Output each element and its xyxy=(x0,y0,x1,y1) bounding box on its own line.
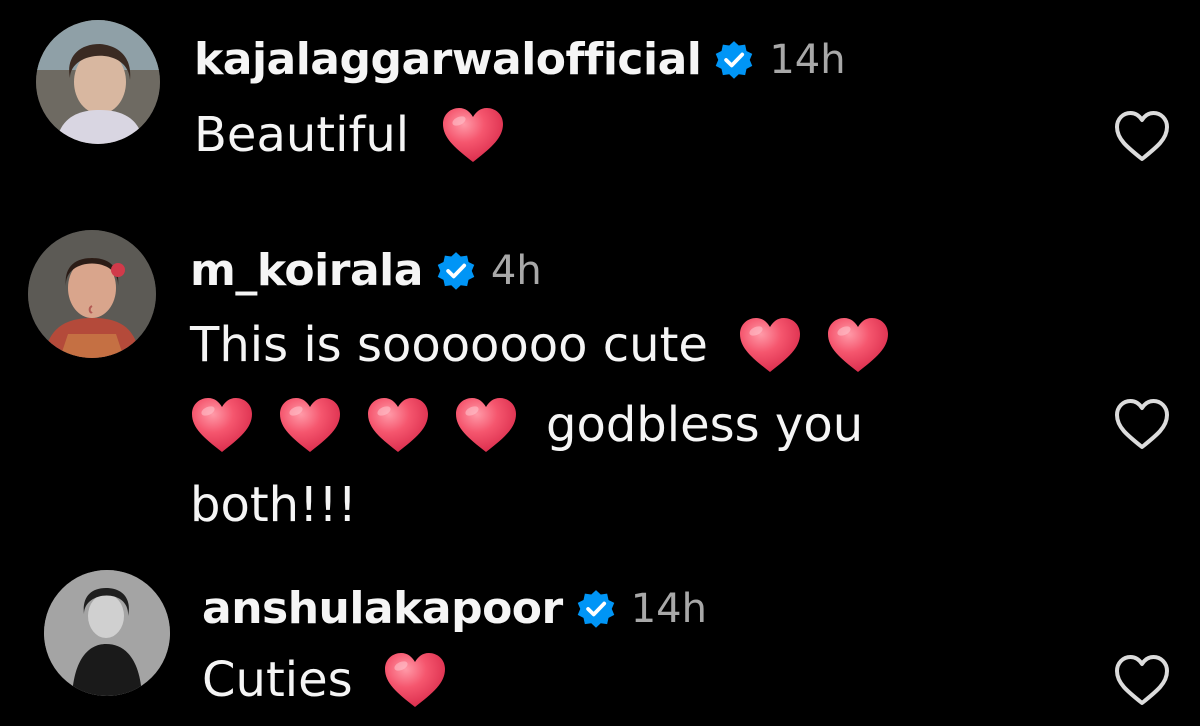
avatar[interactable] xyxy=(28,230,156,358)
timestamp[interactable]: 14h xyxy=(769,37,845,83)
timestamp[interactable]: 14h xyxy=(631,586,707,632)
username[interactable]: m_koirala xyxy=(190,245,423,296)
avatar-image xyxy=(36,20,160,144)
comment-text: This is sooooooo cute godbless you both!… xyxy=(190,305,890,545)
comment-text: Cuties xyxy=(202,640,447,720)
red-heart-emoji xyxy=(738,316,802,374)
avatar[interactable] xyxy=(44,570,170,696)
verified-badge-icon xyxy=(713,39,755,81)
red-heart-emoji xyxy=(826,316,890,374)
username[interactable]: kajalaggarwalofficial xyxy=(194,34,702,85)
username[interactable]: anshulakapoor xyxy=(202,583,563,634)
like-heart-icon[interactable] xyxy=(1112,652,1172,708)
red-heart-emoji xyxy=(366,396,430,454)
avatar-image xyxy=(28,230,156,358)
comment-text-line: Beautiful xyxy=(194,107,410,163)
red-heart-emoji xyxy=(383,651,447,709)
avatar[interactable] xyxy=(36,20,160,144)
avatar-image xyxy=(44,570,170,696)
verified-badge-icon xyxy=(435,250,477,292)
comment-text-line: both!!! xyxy=(190,477,357,533)
comment-text-line: This is sooooooo cute xyxy=(190,317,708,373)
comment-text-line: Cuties xyxy=(202,652,353,708)
timestamp[interactable]: 4h xyxy=(491,248,542,294)
verified-badge-icon xyxy=(575,588,617,630)
comment-text-line: godbless you xyxy=(546,397,864,453)
like-heart-icon[interactable] xyxy=(1112,396,1172,452)
red-heart-emoji xyxy=(441,106,505,164)
red-heart-emoji xyxy=(190,396,254,454)
comment-text: Beautiful xyxy=(194,95,505,175)
red-heart-emoji xyxy=(454,396,518,454)
like-heart-icon[interactable] xyxy=(1112,108,1172,164)
red-heart-emoji xyxy=(278,396,342,454)
